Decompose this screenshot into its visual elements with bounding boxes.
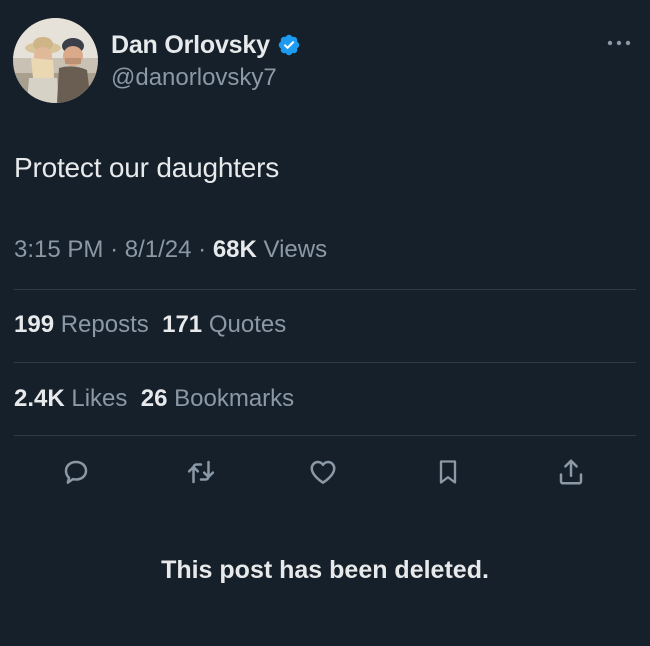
- likes-stat[interactable]: 2.4K Likes: [14, 385, 127, 412]
- share-button[interactable]: [551, 452, 591, 492]
- author-name-row[interactable]: Dan Orlovsky: [111, 30, 301, 60]
- reply-icon: [64, 460, 88, 484]
- like-icon: [310, 460, 336, 484]
- tweet-card: Dan Orlovsky @danorlovsky7 Protect our d…: [0, 0, 650, 646]
- tweet-date[interactable]: 8/1/24: [125, 236, 192, 263]
- quotes-count: 171: [162, 311, 203, 338]
- deleted-notice: This post has been deleted.: [161, 556, 489, 584]
- share-icon: [559, 459, 583, 485]
- repost-icon: [187, 460, 215, 484]
- avatar[interactable]: [13, 18, 98, 103]
- likes-count: 2.4K: [14, 385, 65, 412]
- views-count: 68K: [212, 236, 257, 263]
- meta-separator: ·: [110, 236, 119, 263]
- repost-button[interactable]: [181, 452, 221, 492]
- action-bar: [0, 452, 650, 498]
- verified-badge-icon: [278, 34, 300, 56]
- more-options-icon[interactable]: [606, 36, 632, 50]
- tweet-time[interactable]: 3:15 PM: [14, 236, 103, 263]
- likes-label: Likes: [71, 385, 128, 412]
- likes-bookmarks-row: 2.4K Likes 26 Bookmarks: [14, 385, 294, 413]
- bookmarks-count: 26: [140, 385, 168, 412]
- tweet-text: Protect our daughters: [14, 152, 280, 183]
- quotes-stat[interactable]: 171 Quotes: [162, 311, 286, 338]
- quotes-label: Quotes: [208, 311, 287, 338]
- reposts-count: 199: [14, 311, 55, 338]
- reposts-label: Reposts: [60, 311, 149, 338]
- reply-button[interactable]: [56, 452, 96, 492]
- divider: [14, 435, 636, 436]
- divider: [14, 289, 636, 290]
- meta-separator: ·: [198, 236, 207, 263]
- like-button[interactable]: [303, 452, 343, 492]
- reposts-stat[interactable]: 199 Reposts: [14, 311, 149, 338]
- display-name[interactable]: Dan Orlovsky: [111, 31, 270, 60]
- avatar-photo: [13, 18, 98, 103]
- views-label: Views: [263, 236, 328, 263]
- reposts-quotes-row: 199 Reposts 171 Quotes: [14, 311, 286, 339]
- bookmark-button[interactable]: [428, 452, 468, 492]
- bookmarks-stat[interactable]: 26 Bookmarks: [141, 385, 294, 412]
- tweet-meta: 3:15 PM · 8/1/24 · 68K Views: [14, 236, 327, 264]
- bookmarks-label: Bookmarks: [174, 385, 295, 412]
- divider: [14, 362, 636, 363]
- user-handle[interactable]: @danorlovsky7: [111, 64, 277, 92]
- bookmark-icon: [439, 460, 457, 484]
